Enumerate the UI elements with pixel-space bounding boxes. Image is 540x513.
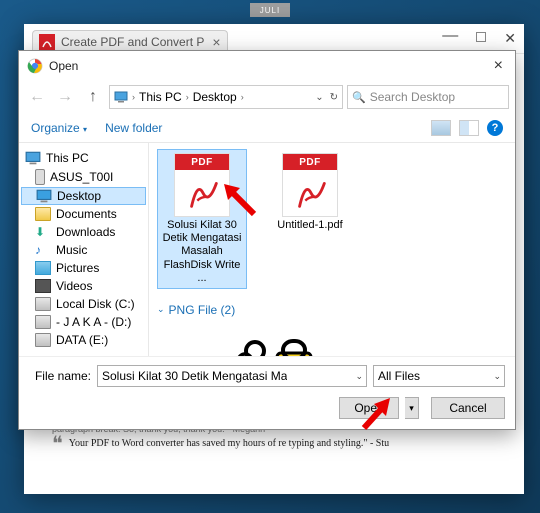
browser-tab-title: Create PDF and Convert P [61,35,204,49]
refresh-icon[interactable]: ↻ [330,92,338,103]
chevron-down-icon: ⌄ [157,304,165,315]
lock-keys-icon [237,335,317,356]
quote-mark-icon: ❝ [52,438,63,450]
tree-item-desktop[interactable]: Desktop [21,187,146,205]
tree-item-pictures[interactable]: Pictures [21,259,146,277]
desktop-icon [36,189,52,203]
videos-icon [35,279,51,293]
chrome-icon [27,58,43,74]
chevron-down-icon: ▾ [83,125,87,134]
pc-icon [114,91,128,103]
dialog-close-icon[interactable]: × [490,57,507,75]
pdf-thumbnail: PDF [174,153,230,217]
window-close-icon[interactable]: ✕ [504,30,516,48]
tab-close-icon[interactable]: × [212,34,220,50]
tree-item-drive-c[interactable]: Local Disk (C:) [21,295,146,313]
crumb-desktop[interactable]: Desktop [193,90,237,104]
dialog-toolbar: Organize ▾ New folder ? [19,113,515,143]
organize-menu[interactable]: Organize ▾ [31,121,87,135]
group-header-png[interactable]: ⌄ PNG File (2) [157,303,507,317]
breadcrumb[interactable]: › This PC › Desktop › ⌄ ↻ [109,85,343,109]
address-bar-row: ← → ↑ › This PC › Desktop › ⌄ ↻ 🔍 Search … [19,81,515,113]
open-split-dropdown[interactable]: ▾ [405,397,419,419]
pictures-icon [35,261,51,275]
file-name-label: File name: [29,369,91,383]
open-file-dialog: Open × ← → ↑ › This PC › Desktop › ⌄ ↻ 🔍 … [18,50,516,430]
dialog-footer: File name: Solusi Kilat 30 Detik Mengata… [19,356,515,429]
chevron-right-icon: › [241,92,244,102]
tree-item-music[interactable]: ♪Music [21,241,146,259]
search-input[interactable]: 🔍 Search Desktop [347,85,509,109]
folder-icon [35,207,51,221]
file-item[interactable]: PDF Untitled-1.pdf [265,149,355,289]
crumb-this-pc[interactable]: This PC [139,90,182,104]
tree-item-documents[interactable]: Documents [21,205,146,223]
dialog-titlebar: Open × [19,51,515,81]
download-icon: ⬇ [35,225,51,239]
file-name-input[interactable]: Solusi Kilat 30 Detik Mengatasi Ma ⌄ [97,365,367,387]
window-maximize-icon[interactable] [476,30,486,48]
tree-this-pc[interactable]: This PC [21,149,146,167]
dialog-title: Open [49,59,78,73]
breadcrumb-dropdown-icon[interactable]: ⌄ [315,92,323,103]
file-item-selected[interactable]: PDF Solusi Kilat 30 Detik Mengatasi Masa… [157,149,247,289]
tree-item-drive-d[interactable]: - J A K A - (D:) [21,313,146,331]
nav-up-icon[interactable]: ↑ [81,86,105,108]
phone-icon [35,169,45,185]
open-button[interactable]: Open [339,397,399,419]
pdf-badge: PDF [175,154,229,170]
music-icon: ♪ [35,243,51,257]
adobe-swoosh-icon [183,174,223,212]
chevron-down-icon[interactable]: ⌄ [493,371,501,382]
window-minimize-icon[interactable]: — [442,27,458,45]
drive-icon [35,297,51,311]
chevron-down-icon[interactable]: ⌄ [355,371,363,382]
preview-pane-icon[interactable] [459,120,479,136]
cancel-button[interactable]: Cancel [431,397,505,419]
png-thumbnail-lock[interactable] [237,335,317,356]
testimonial-text: Your PDF to Word converter has saved my … [69,438,389,450]
file-name-label: Untitled-1.pdf [277,219,342,232]
taskbar-month-tag: JULI [250,3,290,17]
tree-item-asus[interactable]: ASUS_T00I [21,167,146,187]
nav-forward-icon: → [53,86,77,108]
file-list: PDF Solusi Kilat 30 Detik Mengatasi Masa… [149,143,515,356]
search-icon: 🔍 [352,91,366,104]
pc-icon [25,151,41,165]
new-folder-button[interactable]: New folder [105,121,162,135]
chevron-right-icon: › [132,92,135,102]
drive-icon [35,333,51,347]
tree-item-videos[interactable]: Videos [21,277,146,295]
view-mode-icon[interactable] [431,120,451,136]
pdf-thumbnail: PDF [282,153,338,217]
adobe-swoosh-icon [291,174,331,212]
pdf-favicon-icon [39,34,55,50]
file-type-dropdown[interactable]: All Files ⌄ [373,365,505,387]
drive-icon [35,315,51,329]
folder-tree: This PC ASUS_T00I Desktop Documents ⬇Dow… [19,143,149,356]
help-icon[interactable]: ? [487,120,503,136]
search-placeholder: Search Desktop [370,90,455,104]
chevron-right-icon: › [186,92,189,102]
tree-item-drive-e[interactable]: DATA (E:) [21,331,146,349]
tree-item-downloads[interactable]: ⬇Downloads [21,223,146,241]
nav-back-icon: ← [25,86,49,108]
file-name-label: Solusi Kilat 30 Detik Mengatasi Masalah … [159,219,245,285]
pdf-badge: PDF [283,154,337,170]
